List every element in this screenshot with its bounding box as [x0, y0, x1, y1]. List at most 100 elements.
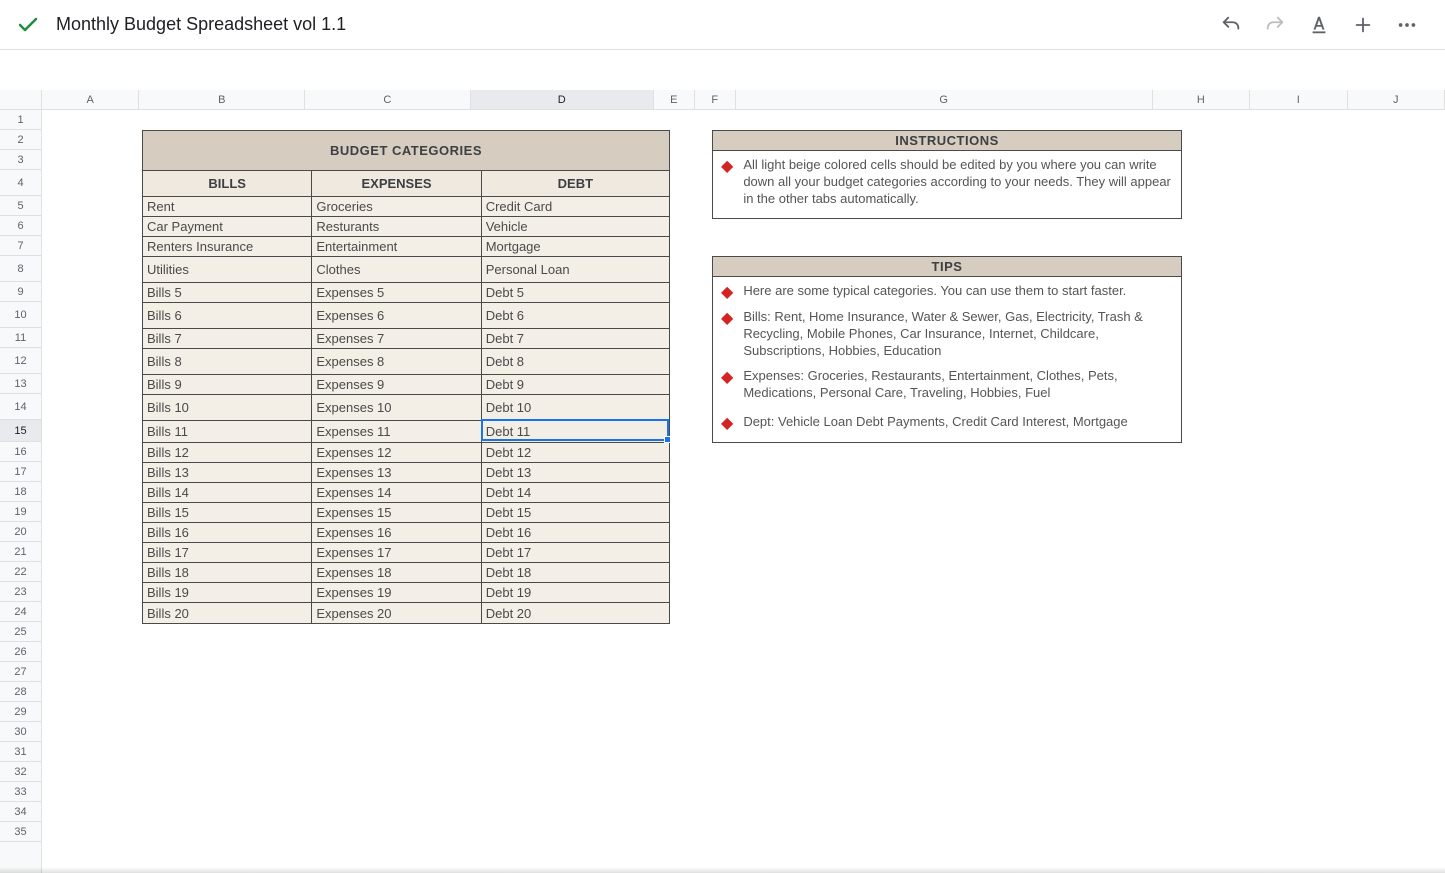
budget-cell[interactable]: Bills 14: [143, 483, 312, 503]
budget-cell[interactable]: Debt 7: [482, 329, 669, 349]
row-header-15[interactable]: 15: [0, 420, 41, 442]
row-header-6[interactable]: 6: [0, 216, 41, 236]
row-header-5[interactable]: 5: [0, 196, 41, 216]
row-header-13[interactable]: 13: [0, 374, 41, 394]
row-header-30[interactable]: 30: [0, 722, 41, 742]
row-header-34[interactable]: 34: [0, 802, 41, 822]
budget-cell[interactable]: Debt 8: [482, 349, 669, 375]
budget-cell[interactable]: Debt 13: [482, 463, 669, 483]
budget-cell[interactable]: Clothes: [312, 257, 481, 283]
budget-cell[interactable]: Bills 13: [143, 463, 312, 483]
row-header-33[interactable]: 33: [0, 782, 41, 802]
budget-cell[interactable]: Bills 16: [143, 523, 312, 543]
budget-cell[interactable]: Debt 9: [482, 375, 669, 395]
budget-cell[interactable]: Groceries: [312, 197, 481, 217]
column-header-A[interactable]: A: [42, 90, 139, 109]
column-header-B[interactable]: B: [139, 90, 305, 109]
budget-cell[interactable]: Debt 18: [482, 563, 669, 583]
budget-cell[interactable]: Expenses 20: [312, 603, 481, 623]
budget-cell[interactable]: Bills 20: [143, 603, 312, 623]
budget-cell[interactable]: Bills 6: [143, 303, 312, 329]
column-header-F[interactable]: F: [695, 90, 736, 109]
row-header-11[interactable]: 11: [0, 328, 41, 348]
budget-cell[interactable]: Bills 9: [143, 375, 312, 395]
budget-cell[interactable]: Expenses 7: [312, 329, 481, 349]
row-header-35[interactable]: 35: [0, 822, 41, 842]
row-header-28[interactable]: 28: [0, 682, 41, 702]
row-header-25[interactable]: 25: [0, 622, 41, 642]
budget-cell[interactable]: Rent: [143, 197, 312, 217]
budget-cell[interactable]: Debt 12: [482, 443, 669, 463]
document-title[interactable]: Monthly Budget Spreadsheet vol 1.1: [56, 14, 1211, 35]
budget-cell[interactable]: Personal Loan: [482, 257, 669, 283]
row-header-3[interactable]: 3: [0, 150, 41, 170]
row-header-17[interactable]: 17: [0, 462, 41, 482]
budget-cell[interactable]: Expenses 10: [312, 395, 481, 421]
budget-cell[interactable]: Bills 5: [143, 283, 312, 303]
row-header-2[interactable]: 2: [0, 130, 41, 150]
budget-cell[interactable]: Debt 10: [482, 395, 669, 421]
budget-cell[interactable]: Bills 12: [143, 443, 312, 463]
row-header-27[interactable]: 27: [0, 662, 41, 682]
budget-cell[interactable]: Mortgage: [482, 237, 669, 257]
budget-cell[interactable]: Expenses 16: [312, 523, 481, 543]
column-header-C[interactable]: C: [305, 90, 471, 109]
undo-button[interactable]: [1211, 5, 1251, 45]
budget-cell[interactable]: Debt 5: [482, 283, 669, 303]
budget-cell[interactable]: Debt 16: [482, 523, 669, 543]
budget-cell[interactable]: Debt 14: [482, 483, 669, 503]
column-header-E[interactable]: E: [654, 90, 695, 109]
budget-cell[interactable]: Resturants: [312, 217, 481, 237]
row-header-7[interactable]: 7: [0, 236, 41, 256]
row-header-23[interactable]: 23: [0, 582, 41, 602]
row-header-12[interactable]: 12: [0, 348, 41, 374]
row-header-26[interactable]: 26: [0, 642, 41, 662]
budget-cell[interactable]: Expenses 8: [312, 349, 481, 375]
row-header-22[interactable]: 22: [0, 562, 41, 582]
budget-cell[interactable]: Entertainment: [312, 237, 481, 257]
budget-cell[interactable]: Debt 6: [482, 303, 669, 329]
budget-cell[interactable]: Expenses 13: [312, 463, 481, 483]
budget-cell[interactable]: Bills 17: [143, 543, 312, 563]
row-header-21[interactable]: 21: [0, 542, 41, 562]
row-header-29[interactable]: 29: [0, 702, 41, 722]
budget-cell[interactable]: Debt 17: [482, 543, 669, 563]
column-header-H[interactable]: H: [1153, 90, 1250, 109]
budget-cell[interactable]: Debt 19: [482, 583, 669, 603]
row-header-10[interactable]: 10: [0, 302, 41, 328]
budget-cell[interactable]: Expenses 5: [312, 283, 481, 303]
budget-cell[interactable]: Expenses 18: [312, 563, 481, 583]
select-all-corner[interactable]: [0, 90, 42, 110]
grid-body[interactable]: BUDGET CATEGORIESBILLSEXPENSESDEBTRentGr…: [42, 110, 1445, 873]
row-header-31[interactable]: 31: [0, 742, 41, 762]
budget-cell[interactable]: Expenses 19: [312, 583, 481, 603]
row-header-24[interactable]: 24: [0, 602, 41, 622]
budget-cell[interactable]: Utilities: [143, 257, 312, 283]
row-header-1[interactable]: 1: [0, 110, 41, 130]
budget-cell[interactable]: Expenses 17: [312, 543, 481, 563]
budget-cell[interactable]: Bills 7: [143, 329, 312, 349]
budget-cell[interactable]: Bills 10: [143, 395, 312, 421]
row-header-19[interactable]: 19: [0, 502, 41, 522]
budget-cell[interactable]: Debt 15: [482, 503, 669, 523]
budget-cell[interactable]: Bills 8: [143, 349, 312, 375]
row-header-16[interactable]: 16: [0, 442, 41, 462]
budget-cell[interactable]: Bills 11: [143, 421, 312, 443]
more-options-button[interactable]: [1387, 5, 1427, 45]
column-header-D[interactable]: D: [471, 90, 654, 109]
row-header-4[interactable]: 4: [0, 170, 41, 196]
redo-button[interactable]: [1255, 5, 1295, 45]
budget-cell[interactable]: Bills 15: [143, 503, 312, 523]
budget-cell[interactable]: Debt 11: [482, 421, 669, 443]
column-header-G[interactable]: G: [736, 90, 1153, 109]
budget-cell[interactable]: Expenses 11: [312, 421, 481, 443]
budget-cell[interactable]: Credit Card: [482, 197, 669, 217]
budget-cell[interactable]: Expenses 14: [312, 483, 481, 503]
budget-cell[interactable]: Debt 20: [482, 603, 669, 623]
budget-cell[interactable]: Expenses 9: [312, 375, 481, 395]
budget-cell[interactable]: Bills 19: [143, 583, 312, 603]
column-header-I[interactable]: I: [1250, 90, 1347, 109]
row-header-20[interactable]: 20: [0, 522, 41, 542]
budget-cell[interactable]: Vehicle: [482, 217, 669, 237]
budget-cell[interactable]: Renters Insurance: [143, 237, 312, 257]
